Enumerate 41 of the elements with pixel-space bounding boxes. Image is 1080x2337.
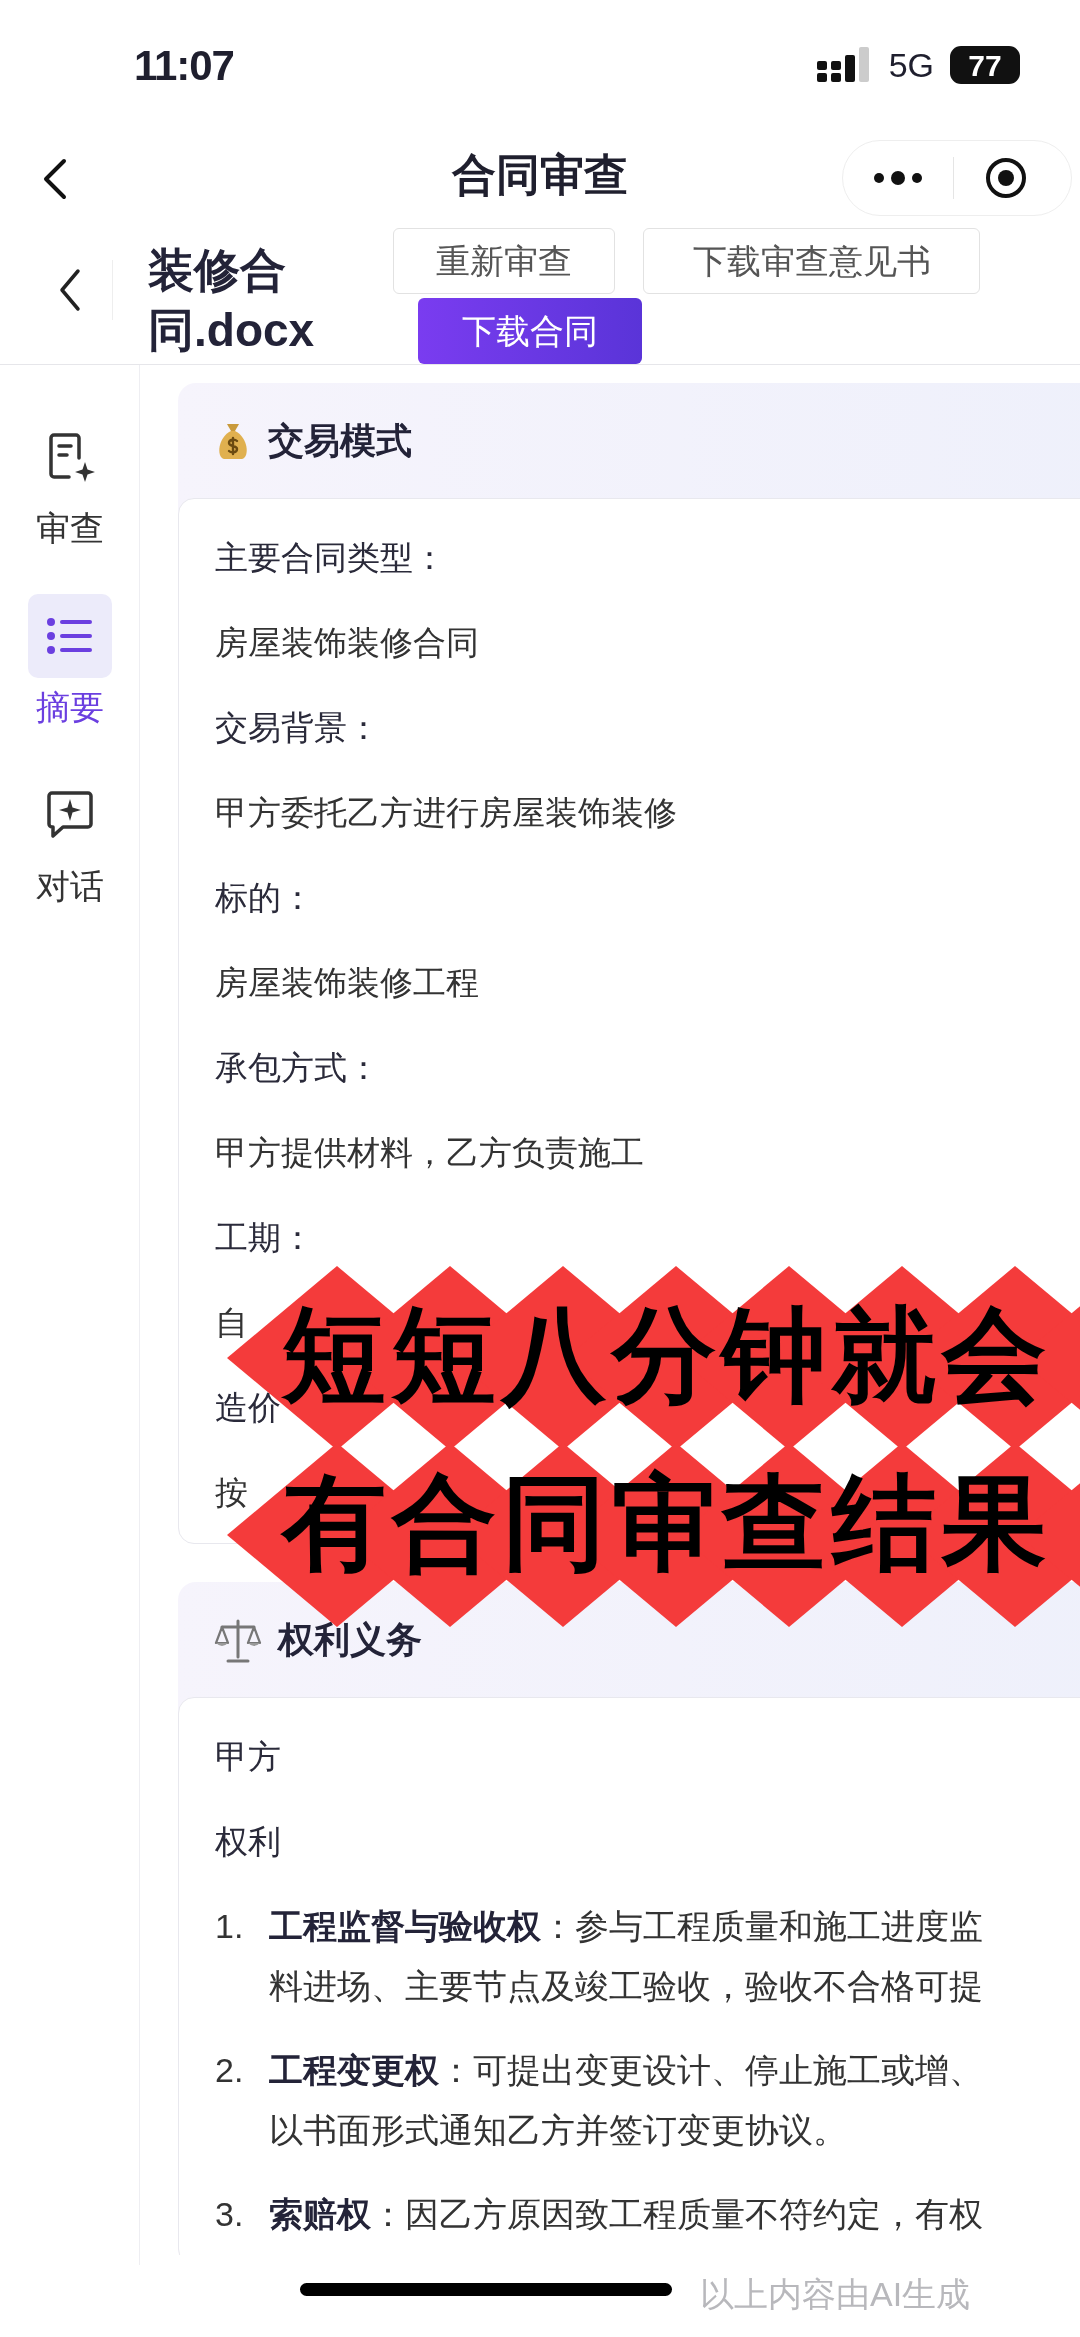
- close-icon[interactable]: [984, 156, 1028, 200]
- field-label: 交易背景：: [215, 707, 380, 748]
- sticker-caption: 有合同审查结果: [282, 1461, 1052, 1586]
- field-label: 承包方式：: [215, 1047, 380, 1088]
- page-title: 合同审查: [452, 149, 628, 201]
- action-button[interactable]: 重新审查: [393, 228, 615, 294]
- battery-indicator: 77: [950, 46, 1020, 84]
- action-button[interactable]: 下载审查意见书: [643, 228, 980, 294]
- section-title: 交易模式: [268, 418, 412, 463]
- field-label: 工期：: [215, 1217, 314, 1258]
- back-icon[interactable]: [58, 268, 82, 312]
- field-value: 甲方提供材料，乙方负责施工: [215, 1132, 644, 1173]
- network-label: 5G: [888, 44, 934, 86]
- field-value: 自: [215, 1302, 248, 1343]
- field-label: 主要合同类型：: [215, 537, 446, 578]
- sidebar-label[interactable]: 审查: [35, 503, 104, 554]
- list-number: 2.: [215, 2050, 245, 2091]
- sticker-caption: 短短八分钟就会: [282, 1293, 1052, 1418]
- file-name: 装修合同.docx: [148, 243, 316, 358]
- list-item-text: 索赔权：因乙方原因致工程质量不符约定，有权: [269, 2194, 983, 2235]
- list-number: 3.: [215, 2194, 245, 2235]
- field-value: 甲方委托乙方进行房屋装饰装修: [215, 792, 677, 833]
- ai-generated-note: 以上内容由AI生成: [700, 2274, 971, 2315]
- download-contract-button[interactable]: 下载合同: [418, 298, 642, 364]
- list-item-text: 工程变更权：可提出变更设计、停止施工或增、 以书面形式通知乙方并签订变更协议。: [269, 2050, 983, 2151]
- sidebar-tab[interactable]: [27, 594, 112, 678]
- field-value: 房屋装饰装修工程: [215, 962, 479, 1003]
- field-label: 甲方: [215, 1736, 281, 1777]
- more-icon[interactable]: [873, 171, 923, 185]
- field-label: 造价: [215, 1387, 281, 1428]
- field-value: 按: [215, 1472, 248, 1513]
- sidebar-label[interactable]: 摘要: [35, 682, 104, 733]
- list-item-text: 工程监督与验收权：参与工程质量和施工进度监 料进场、主要节点及竣工验收，验收不合格可提: [269, 1906, 983, 2007]
- field-label: 权利: [215, 1821, 281, 1862]
- field-value: 房屋装饰装修合同: [215, 622, 479, 663]
- section-title: 权利义务: [278, 1617, 422, 1662]
- list-number: 1.: [215, 1906, 245, 1947]
- status-time: 11:07: [134, 40, 234, 91]
- sidebar-label[interactable]: 对话: [35, 861, 104, 912]
- field-label: 标的：: [215, 877, 314, 918]
- list-icon: [45, 616, 94, 656]
